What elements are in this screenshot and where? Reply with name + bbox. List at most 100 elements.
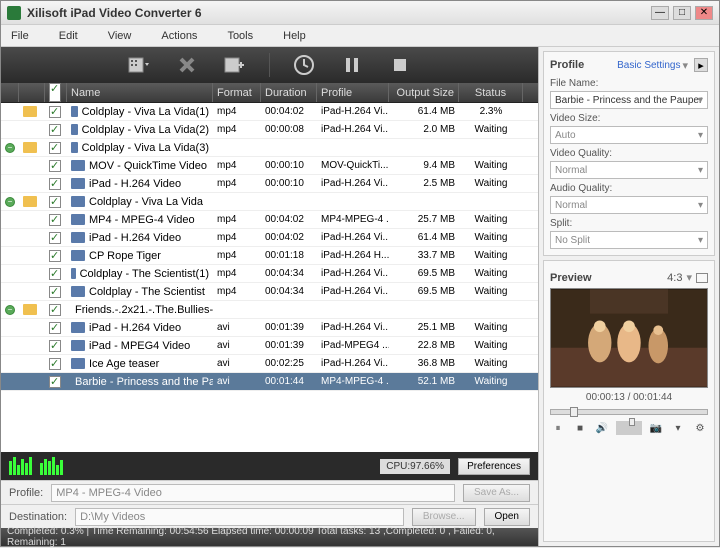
audioquality-select[interactable]: Normal (550, 196, 708, 214)
duration-cell: 00:00:10 (261, 157, 317, 174)
row-checkbox[interactable] (49, 322, 61, 334)
profile-cell: iPad-H.264 Vi... (317, 265, 389, 282)
table-row[interactable]: CP Rope Tigermp400:01:18iPad-H.264 H...3… (1, 247, 538, 265)
dropdown-icon[interactable]: ▾ (670, 421, 686, 435)
collapse-icon[interactable]: − (5, 305, 15, 315)
dropdown-icon[interactable]: ▾ (686, 271, 692, 284)
convert-button[interactable] (290, 53, 318, 77)
browse-button[interactable]: Browse... (412, 508, 476, 526)
status-cell: Waiting (459, 373, 523, 390)
video-icon (71, 268, 76, 279)
table-row[interactable]: −Coldplay - Viva La Vida(3) (1, 139, 538, 157)
preferences-button[interactable]: Preferences (458, 458, 530, 475)
file-name: Barbie - Princess and the Pau... (75, 376, 213, 388)
maximize-button[interactable]: □ (673, 6, 691, 20)
fullscreen-icon[interactable] (696, 273, 708, 283)
row-checkbox[interactable] (49, 214, 61, 226)
row-checkbox[interactable] (49, 142, 61, 154)
check-all[interactable] (49, 83, 61, 102)
duration-cell (261, 301, 317, 318)
menu-view[interactable]: View (108, 30, 132, 42)
dropdown-icon[interactable]: ▾ (682, 59, 688, 72)
table-row[interactable]: Coldplay - The Scientistmp400:04:34iPad-… (1, 283, 538, 301)
row-checkbox[interactable] (49, 196, 61, 208)
row-checkbox[interactable] (49, 304, 61, 316)
table-row[interactable]: Coldplay - Viva La Vida(1)mp400:04:02iPa… (1, 103, 538, 121)
menu-tools[interactable]: Tools (227, 30, 253, 42)
row-checkbox[interactable] (49, 178, 61, 190)
collapse-icon[interactable]: − (5, 143, 15, 153)
col-duration[interactable]: Duration (261, 83, 317, 102)
table-row[interactable]: −Coldplay - Viva La Vida (1, 193, 538, 211)
menu-actions[interactable]: Actions (161, 30, 197, 42)
add-profile-button[interactable] (221, 53, 249, 77)
row-checkbox[interactable] (49, 268, 61, 280)
profile-select[interactable] (51, 484, 455, 502)
destination-input[interactable] (75, 508, 404, 526)
profile-cell: MOV-QuickTi... (317, 157, 389, 174)
close-button[interactable]: ✕ (695, 6, 713, 20)
add-file-button[interactable] (125, 53, 153, 77)
table-row[interactable]: −Friends.-.2x21.-.The.Bullies-P... (1, 301, 538, 319)
stop-button[interactable] (386, 53, 414, 77)
table-row[interactable]: MP4 - MPEG-4 Videomp400:04:02MP4-MPEG-4 … (1, 211, 538, 229)
minimize-button[interactable]: — (651, 6, 669, 20)
col-status[interactable]: Status (459, 83, 523, 102)
collapse-icon[interactable]: − (5, 197, 15, 207)
menu-edit[interactable]: Edit (59, 30, 78, 42)
menu-file[interactable]: File (11, 30, 29, 42)
status-cell: Waiting (459, 229, 523, 246)
row-checkbox[interactable] (49, 106, 61, 118)
volume-slider[interactable] (616, 421, 642, 435)
menu-help[interactable]: Help (283, 30, 306, 42)
save-as-button[interactable]: Save As... (463, 484, 530, 502)
duration-cell: 00:04:02 (261, 229, 317, 246)
snapshot-button[interactable]: 📷 (648, 421, 664, 435)
row-checkbox[interactable] (49, 286, 61, 298)
table-row[interactable]: Coldplay - Viva La Vida(2)mp400:00:08iPa… (1, 121, 538, 139)
row-checkbox[interactable] (49, 376, 61, 388)
format-cell: mp4 (213, 247, 261, 264)
col-name[interactable]: Name (67, 83, 213, 102)
file-list[interactable]: Coldplay - Viva La Vida(1)mp400:04:02iPa… (1, 103, 538, 452)
status-bar: Completed: 0.3% | Time Remaining: 00:54:… (1, 528, 538, 546)
settings-icon[interactable]: ⚙ (692, 421, 708, 435)
table-row[interactable]: iPad - H.264 Videomp400:00:10iPad-H.264 … (1, 175, 538, 193)
table-row[interactable]: MOV - QuickTime Videomp400:00:10MOV-Quic… (1, 157, 538, 175)
aspect-label[interactable]: 4:3 (667, 272, 682, 284)
col-format[interactable]: Format (213, 83, 261, 102)
play-pause-button[interactable]: ⏸ (550, 421, 566, 435)
table-row[interactable]: Coldplay - The Scientist(1)mp400:04:34iP… (1, 265, 538, 283)
open-button[interactable]: Open (484, 508, 530, 526)
status-cell: Waiting (459, 283, 523, 300)
pause-button[interactable] (338, 53, 366, 77)
remove-button[interactable] (173, 53, 201, 77)
table-row[interactable]: Ice Age teaseravi00:02:25iPad-H.264 Vi..… (1, 355, 538, 373)
videoquality-select[interactable]: Normal (550, 161, 708, 179)
expand-button[interactable]: ▸ (694, 58, 708, 72)
col-size[interactable]: Output Size (389, 83, 459, 102)
stop-preview-button[interactable]: ■ (572, 421, 588, 435)
table-row[interactable]: iPad - MPEG4 Videoavi00:01:39iPad-MPEG4 … (1, 337, 538, 355)
video-icon (71, 160, 85, 171)
row-checkbox[interactable] (49, 340, 61, 352)
folder-icon (23, 304, 37, 315)
preview-video[interactable] (550, 288, 708, 388)
table-row[interactable]: iPad - H.264 Videomp400:04:02iPad-H.264 … (1, 229, 538, 247)
volume-icon[interactable]: 🔊 (594, 421, 610, 435)
row-checkbox[interactable] (49, 160, 61, 172)
videosize-select[interactable]: Auto (550, 126, 708, 144)
status-cell (459, 193, 523, 210)
filename-field[interactable]: Barbie - Princess and the Pauper (550, 91, 708, 109)
row-checkbox[interactable] (49, 358, 61, 370)
basic-settings-link[interactable]: Basic Settings (617, 60, 680, 71)
seek-slider[interactable] (550, 409, 708, 415)
col-profile[interactable]: Profile (317, 83, 389, 102)
split-select[interactable]: No Split (550, 231, 708, 249)
table-row[interactable]: Barbie - Princess and the Pau...avi00:01… (1, 373, 538, 391)
row-checkbox[interactable] (49, 232, 61, 244)
table-row[interactable]: iPad - H.264 Videoavi00:01:39iPad-H.264 … (1, 319, 538, 337)
size-cell: 36.8 MB (389, 355, 459, 372)
row-checkbox[interactable] (49, 250, 61, 262)
row-checkbox[interactable] (49, 124, 61, 136)
